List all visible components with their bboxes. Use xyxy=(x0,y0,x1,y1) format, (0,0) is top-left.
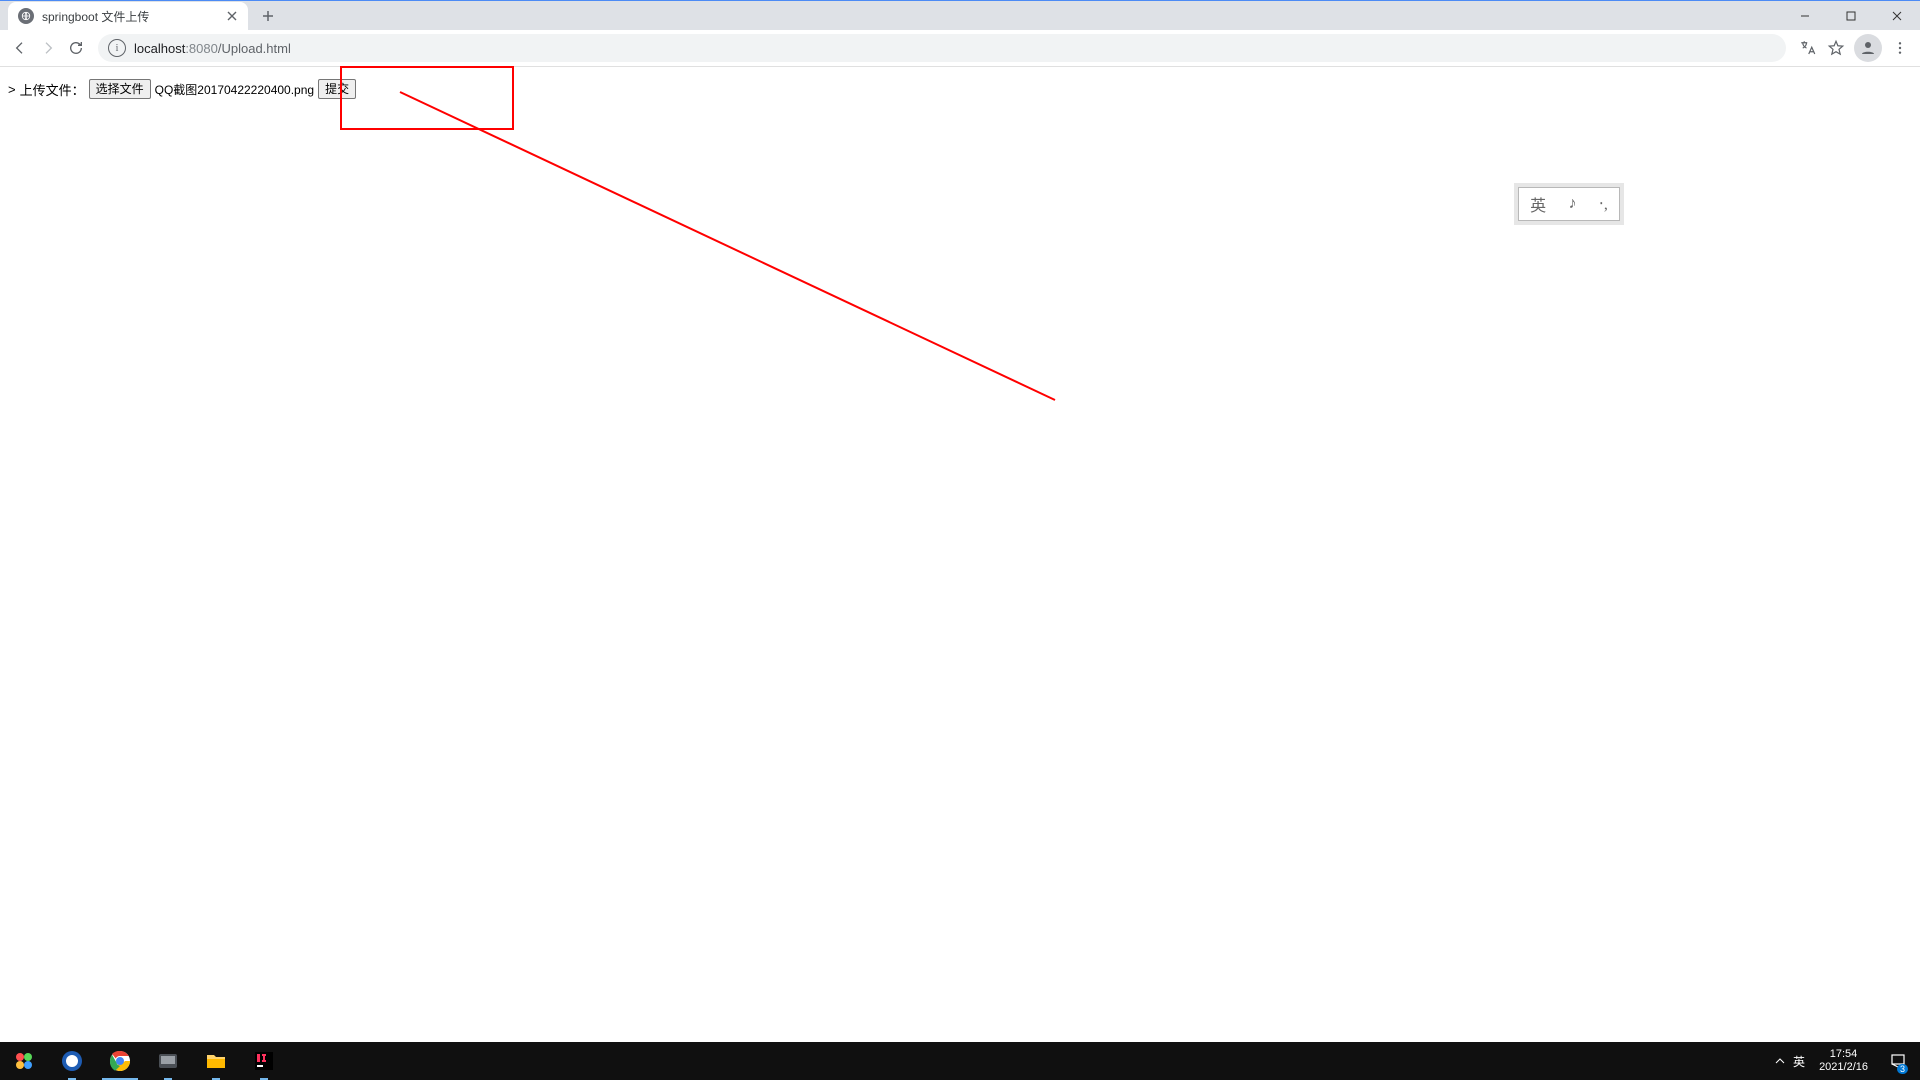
choose-file-button[interactable]: 选择文件 xyxy=(89,79,151,99)
url-text: localhost:8080/Upload.html xyxy=(134,41,291,56)
browser-tab-active[interactable]: springboot 文件上传 xyxy=(8,2,248,30)
tray-time: 17:54 xyxy=(1819,1048,1868,1061)
forward-button[interactable] xyxy=(34,34,62,62)
kebab-menu-icon[interactable] xyxy=(1886,34,1914,62)
list-bullet: > xyxy=(8,82,16,97)
page-viewport: > 上传文件： 选择文件 QQ截图20170422220400.png 提交 英… xyxy=(0,67,1920,1043)
browser-toolbar: i localhost:8080/Upload.html xyxy=(0,30,1920,67)
close-icon[interactable] xyxy=(224,8,240,24)
taskbar-app-2[interactable] xyxy=(48,1042,96,1080)
taskbar-file-explorer[interactable] xyxy=(192,1042,240,1080)
notification-badge: 3 xyxy=(1897,1064,1908,1074)
back-button[interactable] xyxy=(6,34,34,62)
tray-date: 2021/2/16 xyxy=(1819,1061,1868,1074)
submit-button[interactable]: 提交 xyxy=(318,79,356,99)
site-info-icon[interactable]: i xyxy=(108,39,126,57)
profile-avatar[interactable] xyxy=(1854,34,1882,62)
globe-icon xyxy=(18,8,34,24)
window-close-button[interactable] xyxy=(1874,1,1920,30)
tray-notifications[interactable]: 3 xyxy=(1882,1042,1914,1080)
address-bar[interactable]: i localhost:8080/Upload.html xyxy=(98,34,1786,62)
tray-chevron-up-icon[interactable] xyxy=(1775,1056,1785,1066)
taskbar-app-1[interactable] xyxy=(0,1042,48,1080)
translate-icon[interactable] xyxy=(1794,34,1822,62)
browser-tabstrip: springboot 文件上传 xyxy=(0,1,1920,30)
new-tab-button[interactable] xyxy=(254,2,282,30)
tab-title: springboot 文件上传 xyxy=(42,8,224,25)
window-controls xyxy=(1782,1,1920,30)
windows-taskbar: 英 17:54 2021/2/16 3 xyxy=(0,1042,1920,1080)
ime-sound-icon: ♪ xyxy=(1566,195,1578,213)
bookmark-star-icon[interactable] xyxy=(1822,34,1850,62)
taskbar-chrome[interactable] xyxy=(96,1042,144,1080)
taskbar-app-4[interactable] xyxy=(144,1042,192,1080)
upload-label: 上传文件： xyxy=(20,80,85,99)
reload-button[interactable] xyxy=(62,34,90,62)
taskbar-intellij[interactable] xyxy=(240,1042,288,1080)
ime-indicator[interactable]: 英 ♪ ‧, xyxy=(1518,187,1620,221)
system-tray: 英 17:54 2021/2/16 3 xyxy=(1775,1042,1920,1080)
upload-form-row: > 上传文件： 选择文件 QQ截图20170422220400.png 提交 xyxy=(0,67,1920,111)
ime-mode: 英 xyxy=(1528,192,1548,216)
window-minimize-button[interactable] xyxy=(1782,1,1828,30)
tray-clock[interactable]: 17:54 2021/2/16 xyxy=(1813,1048,1874,1074)
window-maximize-button[interactable] xyxy=(1828,1,1874,30)
ime-punct-icon: ‧, xyxy=(1597,194,1610,214)
tray-language[interactable]: 英 xyxy=(1793,1053,1805,1070)
selected-filename: QQ截图20170422220400.png xyxy=(155,81,314,98)
